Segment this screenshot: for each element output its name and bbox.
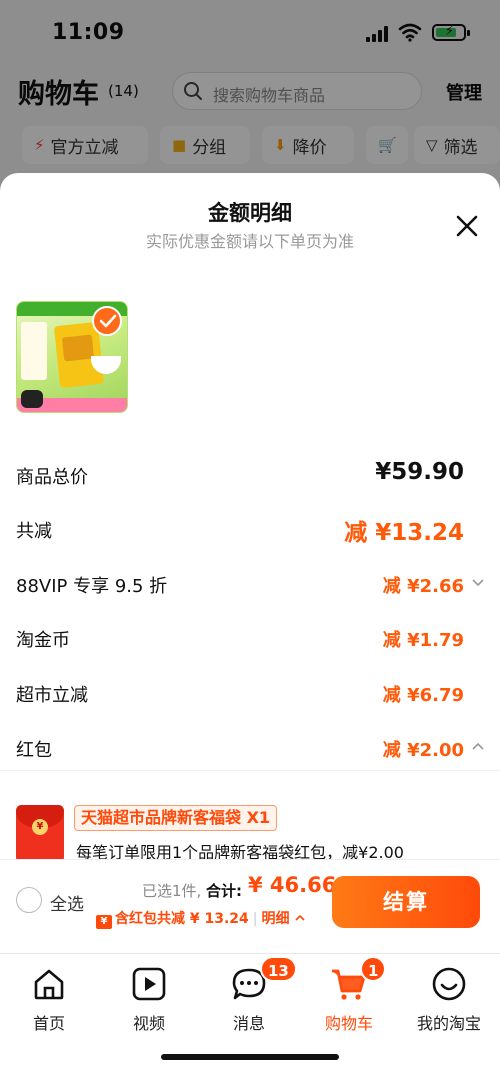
- row-value: 减 ¥2.66: [382, 576, 464, 597]
- bottom-tabbar: 首页 视频 13 消息 1 购物车 我的淘宝: [0, 953, 500, 1083]
- row-value: ¥59.90: [375, 459, 464, 485]
- row-label: 共减: [16, 521, 52, 542]
- checkmark-icon: [92, 306, 122, 336]
- tab-cart[interactable]: 1 购物车: [304, 956, 394, 1046]
- tab-label: 视频: [132, 1014, 165, 1033]
- discount-summary-text: 含红包共减 ¥ 13.24: [115, 911, 249, 927]
- row-label: 商品总价: [16, 467, 88, 488]
- cart-badge: 1: [360, 956, 387, 982]
- checkout-button[interactable]: 结算: [332, 876, 480, 928]
- chevron-up-icon[interactable]: [470, 738, 486, 754]
- tab-label: 购物车: [324, 1014, 373, 1033]
- total-amount: ¥ 46.66: [248, 873, 337, 897]
- tmall-cat-icon: [21, 390, 43, 408]
- chevron-down-icon[interactable]: [470, 574, 486, 590]
- tab-label: 首页: [32, 1014, 65, 1033]
- red-packet-tag: 天猫超市品牌新客福袋 X1: [74, 805, 278, 831]
- checkout-bar: 全选 已选1件, 合计: ¥ 46.66 ¥ 含红包共减 ¥ 13.24 | 明细 结…: [0, 859, 500, 953]
- tab-messages[interactable]: 13 消息: [204, 956, 297, 1046]
- sheet-subtitle: 实际优惠金额请以下单页为准: [145, 232, 354, 251]
- video-icon: [132, 967, 166, 1001]
- row-red-packet[interactable]: 红包 减 ¥2.00: [16, 734, 484, 766]
- row-label: 红包: [16, 740, 52, 761]
- yen-icon: ¥: [96, 915, 112, 929]
- row-label: 淘金币: [16, 630, 70, 651]
- home-icon: [34, 969, 64, 1000]
- home-indicator: [161, 1054, 339, 1060]
- row-supermarket-discount: 超市立减 减 ¥6.79: [16, 679, 482, 711]
- amount-detail-sheet: 金额明细 实际优惠金额请以下单页为准 商品总价 ¥59.90 共减 减 ¥13.…: [0, 173, 500, 1083]
- message-badge: 13: [260, 956, 297, 982]
- tab-label: 消息: [232, 1014, 265, 1033]
- row-88vip-discount[interactable]: 88VIP 专享 9.5 折 减 ¥2.66: [16, 570, 484, 602]
- total-label: 合计:: [206, 882, 242, 900]
- detail-link[interactable]: 明细: [262, 911, 290, 927]
- profile-icon: [432, 967, 466, 1001]
- row-total-discount: 共减 减 ¥13.24: [16, 515, 482, 547]
- close-icon[interactable]: [452, 211, 482, 241]
- select-all-label[interactable]: 全选: [50, 890, 84, 915]
- tab-label: 我的淘宝: [416, 1014, 481, 1033]
- sheet-title: 金额明细: [208, 201, 292, 225]
- tab-my-taobao[interactable]: 我的淘宝: [404, 966, 494, 1046]
- red-packet-icon: ¥: [16, 805, 64, 865]
- red-packet-detail: ¥ 天猫超市品牌新客福袋 X1 每笔订单限用1个品牌新客福袋红包，减¥2.00: [0, 770, 500, 865]
- tab-video[interactable]: 视频: [104, 966, 194, 1046]
- tab-home[interactable]: 首页: [4, 966, 94, 1046]
- row-value: 减 ¥13.24: [344, 520, 464, 546]
- row-taojinbi: 淘金币 减 ¥1.79: [16, 624, 482, 656]
- row-value: 减 ¥6.79: [382, 685, 464, 706]
- select-all-checkbox[interactable]: [16, 887, 42, 913]
- row-value: 减 ¥1.79: [382, 630, 464, 651]
- discount-summary[interactable]: ¥ 含红包共减 ¥ 13.24 | 明细: [96, 908, 306, 929]
- row-item-total: 商品总价 ¥59.90: [16, 459, 482, 493]
- row-label: 88VIP 专享 9.5 折: [16, 576, 168, 597]
- selected-count: 已选1件,: [142, 882, 202, 900]
- row-label: 超市立减: [16, 685, 88, 706]
- row-value: 减 ¥2.00: [382, 740, 464, 761]
- chevron-up-icon: [295, 914, 305, 921]
